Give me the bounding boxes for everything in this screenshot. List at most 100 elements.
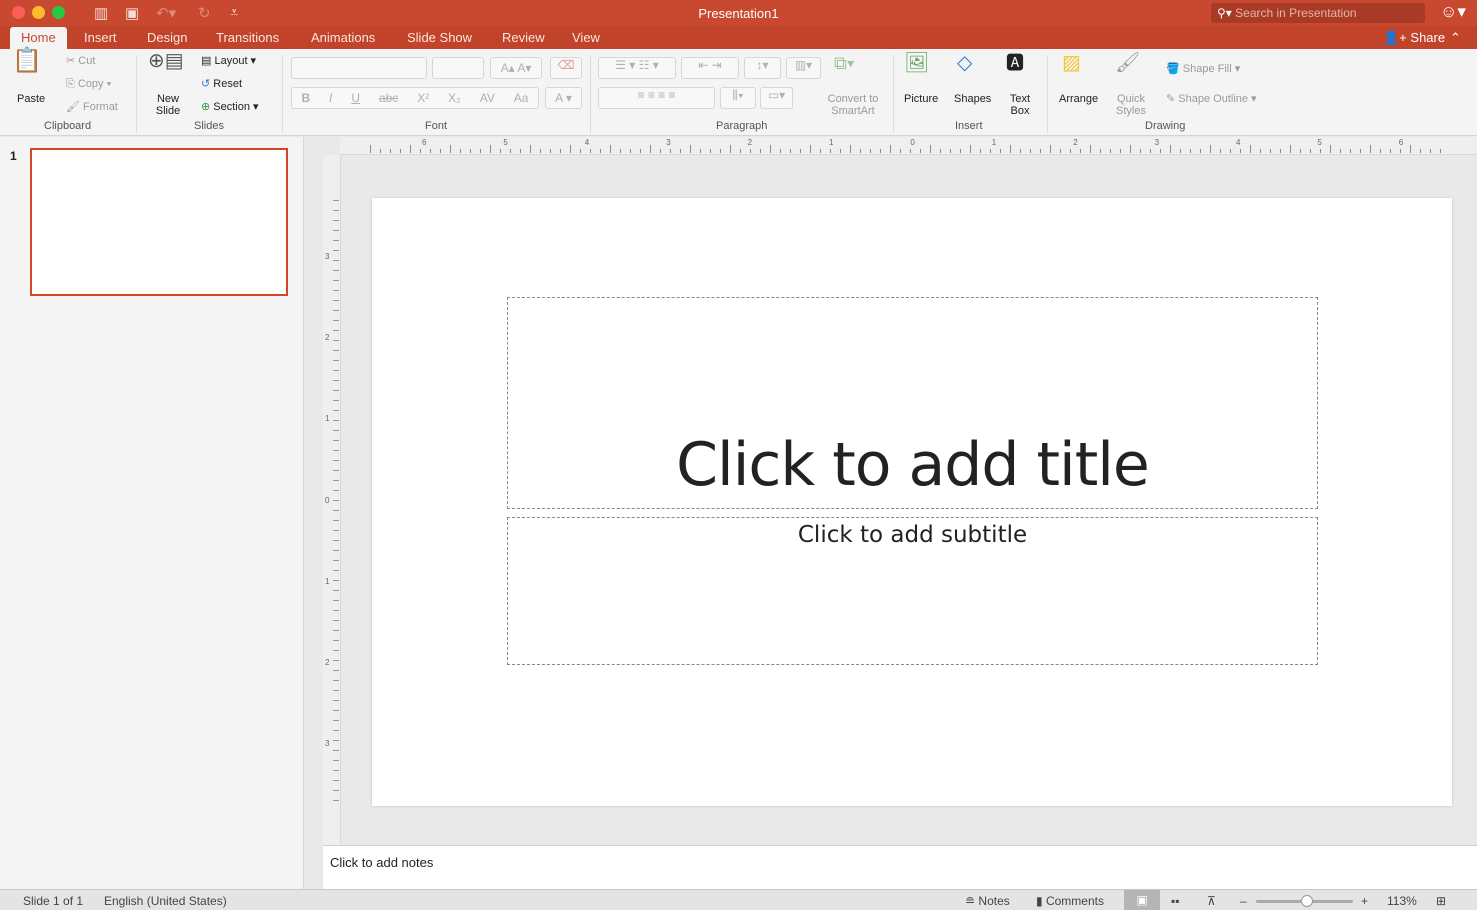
ruler-tick — [860, 149, 861, 153]
ruler-tick — [600, 149, 601, 153]
ruler-tick — [1030, 149, 1031, 153]
tab-transitions[interactable]: Transitions — [216, 30, 279, 45]
format-painter-button[interactable]: 🖌 Format — [66, 101, 118, 113]
strikethrough-button[interactable]: abc — [379, 88, 398, 108]
indent-buttons[interactable]: ⇤ ⇥ — [681, 57, 739, 79]
cut-button[interactable]: ✂ Cut — [66, 55, 95, 67]
shape-fill-button[interactable]: 🪣 Shape Fill ▾ — [1166, 63, 1240, 75]
notes-button[interactable]: ≘ Notes — [965, 894, 1010, 908]
paste-icon[interactable]: 📋 — [12, 49, 42, 73]
tab-view[interactable]: View — [572, 30, 600, 45]
align-text-button[interactable]: ▭▾ — [760, 87, 793, 109]
tab-design[interactable]: Design — [147, 30, 187, 45]
ruler-tick — [333, 200, 339, 201]
ruler-tick — [333, 410, 339, 411]
slide-sorter-icon[interactable]: ▪▪ — [1171, 894, 1180, 908]
ruler-tick — [333, 440, 339, 441]
paste-button[interactable]: Paste — [17, 93, 45, 105]
ruler-tick — [1110, 149, 1111, 153]
ruler-tick — [680, 149, 681, 153]
new-slide-button[interactable]: New Slide — [154, 93, 182, 117]
ruler-tick — [590, 149, 591, 153]
clear-formatting-button[interactable]: ⌫ — [550, 57, 582, 79]
tab-animations[interactable]: Animations — [311, 30, 375, 45]
shapes-icon[interactable]: ◇ — [957, 53, 972, 73]
font-size-dropdown[interactable] — [432, 57, 484, 79]
font-size-grow-shrink[interactable]: A▴ A▾ — [490, 57, 542, 79]
text-box-button[interactable]: Text Box — [1008, 93, 1032, 117]
language[interactable]: English (United States) — [104, 894, 227, 908]
section-button[interactable]: ⊕ Section ▾ — [201, 101, 259, 113]
tab-slide-show[interactable]: Slide Show — [407, 30, 472, 45]
convert-smartart-button[interactable]: Convert to SmartArt — [822, 93, 884, 117]
picture-icon[interactable]: 🖼 — [904, 53, 929, 73]
zoom-level[interactable]: 113% — [1387, 894, 1417, 908]
ruler-label: 2 — [325, 333, 330, 343]
ruler-tick — [1310, 149, 1311, 153]
presenter-view-icon[interactable]: ⊼ — [1207, 894, 1216, 908]
tab-review[interactable]: Review — [502, 30, 545, 45]
ruler-tick — [333, 380, 339, 381]
ruler-label: 2 — [747, 138, 753, 147]
zoom-in-button[interactable]: + — [1361, 894, 1368, 908]
ruler-label: 3 — [325, 739, 330, 749]
font-color-button[interactable]: A ▾ — [545, 87, 582, 109]
superscript-button[interactable]: X² — [417, 88, 429, 108]
ruler-label: 3 — [1154, 138, 1160, 147]
zoom-slider[interactable] — [1256, 895, 1353, 907]
collapse-ribbon-icon[interactable]: ⌃ — [1450, 30, 1461, 46]
ruler-tick — [390, 149, 391, 153]
arrange-button[interactable]: Arrange — [1059, 93, 1098, 105]
ruler-tick — [333, 780, 339, 781]
picture-button[interactable]: Picture — [904, 93, 938, 105]
shapes-button[interactable]: Shapes — [954, 93, 991, 105]
shape-outline-button[interactable]: ✎ Shape Outline ▾ — [1166, 93, 1257, 105]
ruler-tick — [333, 460, 339, 461]
smartart-icon[interactable]: ⧉▾ — [834, 54, 854, 72]
underline-button[interactable]: U — [351, 88, 360, 108]
quick-styles-icon[interactable]: 🖌 — [1115, 53, 1140, 73]
ruler-tick — [1120, 149, 1121, 153]
font-name-dropdown[interactable] — [291, 57, 427, 79]
ruler-label: 5 — [503, 138, 508, 147]
character-spacing-button[interactable]: AV — [480, 88, 495, 108]
change-case-button[interactable]: Aa — [514, 88, 529, 108]
ruler-tick — [333, 680, 339, 681]
slide-thumbnail[interactable] — [30, 148, 288, 296]
title-placeholder[interactable]: Click to add title — [507, 297, 1318, 509]
zoom-out-button[interactable]: – — [1240, 894, 1247, 908]
fit-to-window-icon[interactable]: ⊞ — [1436, 894, 1446, 908]
subscript-button[interactable]: X₂ — [448, 88, 461, 108]
new-slide-icon[interactable]: ⊕▤ — [148, 51, 184, 71]
ruler-tick — [910, 149, 911, 153]
notes-pane[interactable]: Click to add notes — [323, 845, 1477, 889]
bullets-numbering-buttons[interactable]: ☰ ▾ ☷ ▾ — [598, 57, 676, 79]
subtitle-placeholder[interactable]: Click to add subtitle — [507, 517, 1318, 665]
zoom-slider-handle[interactable] — [1300, 895, 1313, 907]
line-spacing-button[interactable]: ↕▾ — [744, 57, 781, 79]
tab-home[interactable]: Home — [10, 27, 67, 49]
scissors-icon: ✂ — [66, 55, 76, 67]
arrange-icon[interactable]: ▨ — [1062, 53, 1081, 73]
quick-styles-button[interactable]: Quick Styles — [1115, 93, 1147, 117]
layout-button[interactable]: ▤ Layout ▾ — [201, 55, 256, 67]
bold-button[interactable]: B — [301, 88, 310, 108]
text-box-icon[interactable]: 🅰 — [1006, 54, 1024, 72]
share-button[interactable]: 👤+ Share — [1383, 30, 1445, 46]
grow-font-button[interactable]: A▴ — [501, 61, 515, 75]
copy-button[interactable]: ⎘ Copy ▾ — [66, 78, 111, 90]
alignment-buttons[interactable]: ≡ ≡ ≡ ≡ — [598, 87, 715, 109]
columns-button[interactable]: ▥▾ — [786, 57, 821, 79]
feedback-smiley-icon[interactable]: ☺▾ — [1440, 2, 1466, 22]
ruler-tick — [1060, 149, 1061, 153]
copy-icon: ⎘ — [66, 78, 75, 90]
ruler-tick — [333, 300, 339, 301]
comments-button[interactable]: ▮ Comments — [1036, 894, 1104, 908]
normal-view-icon[interactable]: ▣ — [1124, 890, 1160, 910]
text-direction-button[interactable]: ⫼▾ — [720, 87, 756, 109]
reset-button[interactable]: ↺ Reset — [201, 78, 242, 90]
shrink-font-button[interactable]: A▾ — [517, 61, 531, 75]
italic-button[interactable]: I — [329, 88, 332, 108]
tab-insert[interactable]: Insert — [84, 30, 117, 45]
search-input[interactable]: ⚲▾ Search in Presentation — [1211, 3, 1425, 23]
